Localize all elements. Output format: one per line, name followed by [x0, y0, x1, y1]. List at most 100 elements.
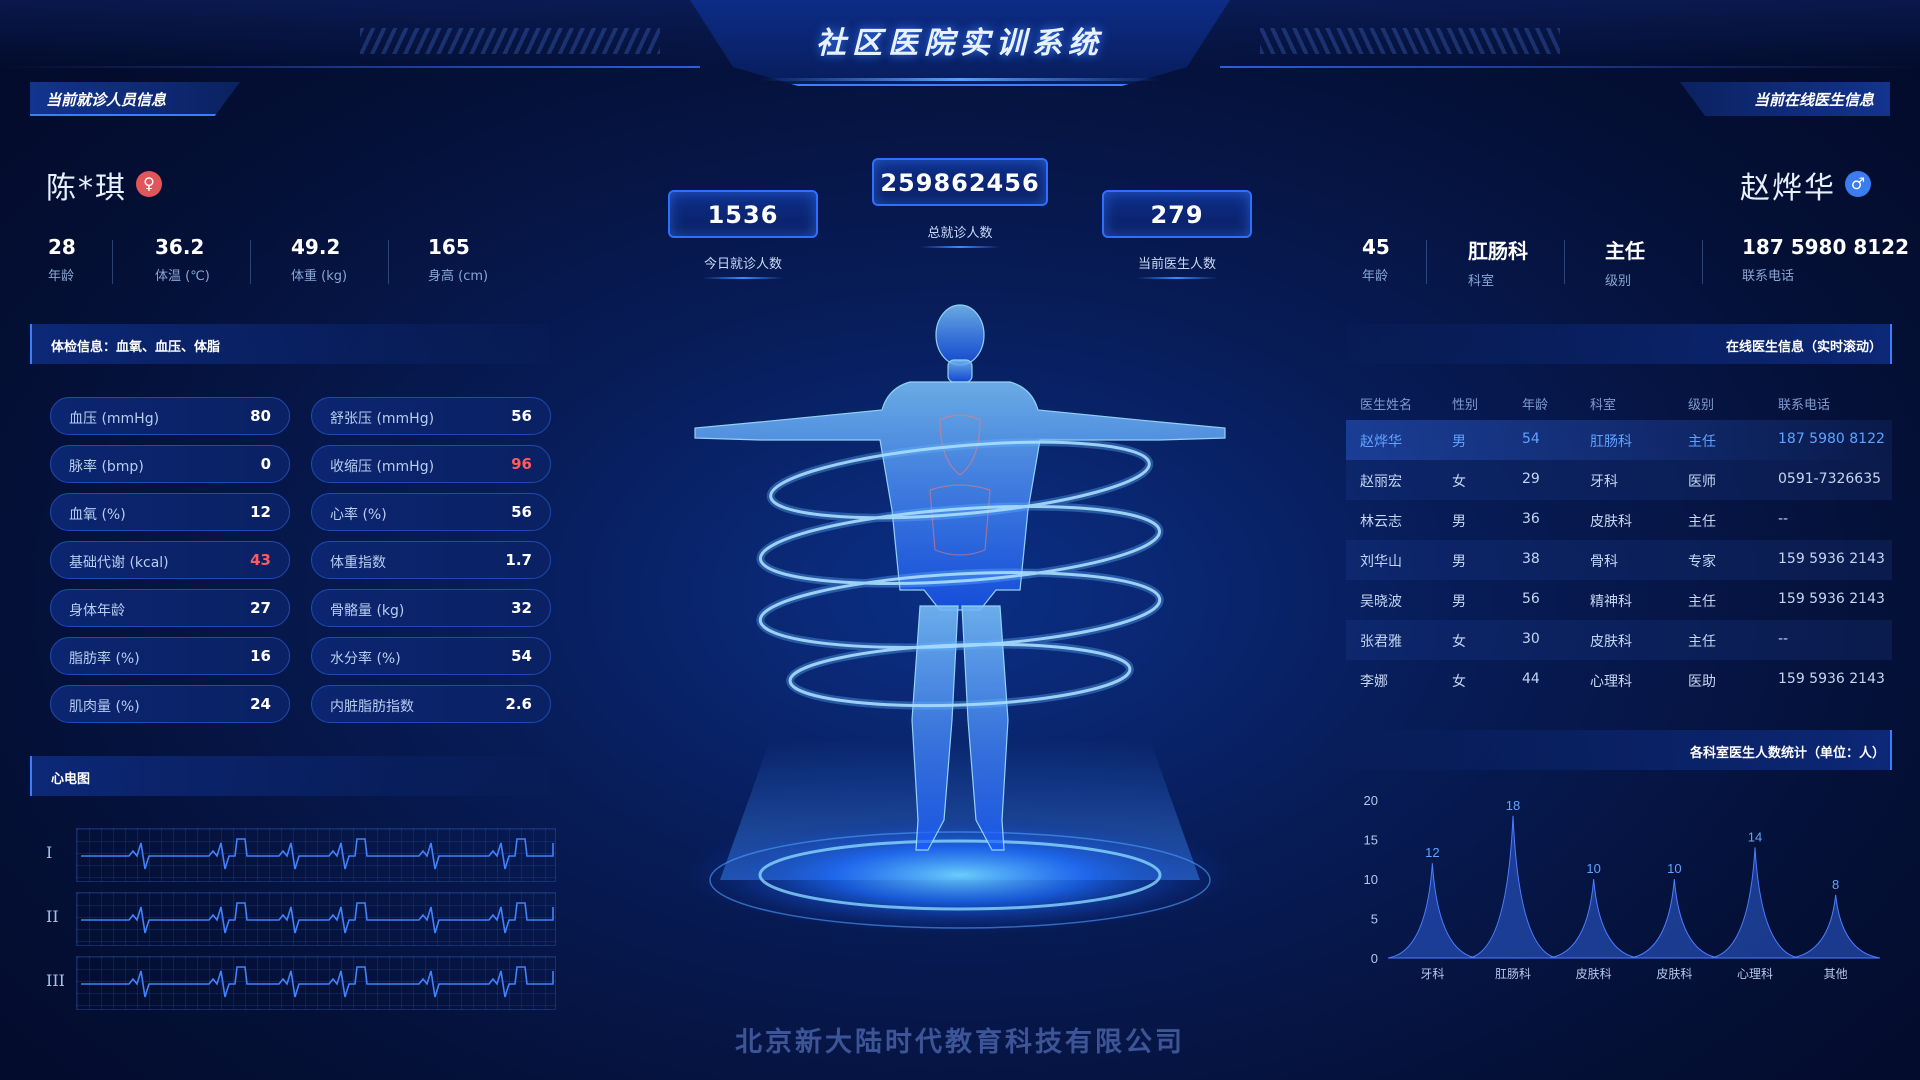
y-tick-label: 10	[1364, 872, 1378, 887]
cell-name: 李娜	[1360, 674, 1388, 690]
counter-value: 279	[1150, 201, 1204, 229]
total-visits-counter: 259862456	[872, 158, 1048, 206]
stat-value: 36.2	[155, 235, 205, 259]
male-icon: ♂	[1845, 171, 1871, 197]
stat-label: 年龄	[1362, 269, 1389, 284]
table-row[interactable]: 刘华山 男 38 骨科 专家 159 5936 2143	[1346, 540, 1892, 580]
doctor-stat-department: 肛肠科 科室	[1468, 235, 1528, 289]
cell-phone: 187 5980 8122	[1778, 431, 1885, 447]
metric-pill: 肌肉量 (%) 24	[50, 685, 290, 723]
data-label: 8	[1832, 877, 1839, 892]
cell-phone: 159 5936 2143	[1778, 591, 1885, 607]
metric-pill: 骨骼量 (kg) 32	[311, 589, 551, 627]
human-body-hologram	[640, 290, 1280, 960]
metric-value: 1.7	[505, 551, 532, 569]
doctor-section-title: 当前在线医生信息	[1754, 91, 1875, 109]
cell-gender: 女	[1452, 674, 1466, 690]
ecg-section-title: 心电图	[51, 772, 91, 787]
data-label: 18	[1506, 798, 1520, 813]
table-row[interactable]: 吴晓波 男 56 精神科 主任 159 5936 2143	[1346, 580, 1892, 620]
stat-value: 45	[1362, 235, 1390, 259]
metric-value: 54	[511, 647, 532, 665]
cell-level: 专家	[1688, 554, 1716, 570]
counter-underline	[703, 277, 783, 279]
cell-level: 主任	[1688, 514, 1716, 530]
department-doctor-chart: 0 5 10 15 20 12 牙科 18 肛肠科 10 皮肤科 10 皮肤科 14 心理科 8 其他	[1346, 780, 1892, 990]
metric-label: 骨骼量 (kg)	[330, 603, 405, 619]
cell-department: 精神科	[1590, 594, 1632, 610]
cell-phone: 159 5936 2143	[1778, 671, 1885, 687]
table-header: 年龄	[1522, 398, 1549, 413]
metric-pill: 身体年龄 27	[50, 589, 290, 627]
x-tick-label: 皮肤科	[1576, 966, 1612, 981]
y-tick-label: 15	[1364, 833, 1378, 848]
stat-divider	[112, 240, 113, 284]
stat-label: 体温 (℃)	[155, 269, 210, 284]
x-tick-label: 皮肤科	[1656, 966, 1692, 981]
metric-pill: 脂肪率 (%) 16	[50, 637, 290, 675]
patient-stat-weight: 49.2 体重 (kg)	[291, 235, 347, 284]
cell-level: 主任	[1688, 634, 1716, 650]
chart-peak	[1629, 878, 1719, 959]
patient-name: 陈*琪	[46, 171, 127, 206]
cell-gender: 男	[1452, 434, 1466, 450]
metric-value: 56	[511, 407, 532, 425]
stat-label: 年龄	[48, 269, 75, 284]
stat-divider	[250, 240, 251, 284]
stat-value: 28	[48, 235, 76, 259]
ecg-lead-label: III	[46, 971, 65, 990]
patient-stat-height: 165 身高 (cm)	[428, 235, 488, 284]
metric-label: 基础代谢 (kcal)	[69, 555, 169, 571]
ecg-section-bar	[30, 756, 550, 796]
doctor-stat-phone: 187 5980 8122 联系电话	[1742, 235, 1909, 284]
metric-value: 12	[250, 503, 271, 521]
cell-age: 36	[1522, 511, 1540, 527]
cell-phone: --	[1778, 511, 1789, 527]
doctor-count-counter: 279	[1102, 190, 1252, 238]
ecg-lead-label: I	[46, 843, 53, 862]
ecg-trace-1	[76, 828, 556, 882]
header-glow-line	[760, 78, 1160, 81]
metric-pill: 心率 (%) 56	[311, 493, 551, 531]
data-label: 14	[1748, 829, 1762, 844]
table-row-selected[interactable]: 赵烨华 男 54 肛肠科 主任 187 5980 8122	[1346, 420, 1892, 460]
stat-value: 49.2	[291, 235, 341, 259]
y-tick-label: 20	[1364, 793, 1378, 808]
table-header: 级别	[1688, 398, 1715, 413]
table-row[interactable]: 张君雅 女 30 皮肤科 主任 --	[1346, 620, 1892, 660]
ecg-waveform	[81, 838, 554, 870]
stat-label: 科室	[1468, 274, 1495, 289]
counter-value: 259862456	[880, 169, 1040, 197]
table-row[interactable]: 李娜 女 44 心理科 医助 159 5936 2143	[1346, 660, 1892, 700]
cell-age: 56	[1522, 591, 1540, 607]
metric-pill: 基础代谢 (kcal) 43	[50, 541, 290, 579]
header-line-right	[1220, 66, 1920, 68]
cell-level: 主任	[1688, 434, 1716, 450]
counter-value: 1536	[707, 201, 779, 229]
table-header: 科室	[1590, 398, 1617, 413]
cell-name: 赵丽宏	[1360, 474, 1402, 490]
metric-value: 56	[511, 503, 532, 521]
metric-label: 内脏脂肪指数	[330, 699, 414, 715]
page-title: 社区医院实训系统	[816, 26, 1104, 61]
cell-age: 30	[1522, 631, 1540, 647]
online-doctors-title: 在线医生信息（实时滚动）	[1726, 340, 1883, 355]
cell-name: 吴晓波	[1360, 594, 1402, 610]
table-row[interactable]: 林云志 男 36 皮肤科 主任 --	[1346, 500, 1892, 540]
cell-gender: 男	[1452, 514, 1466, 530]
x-tick-label: 牙科	[1420, 967, 1444, 981]
metric-value: 24	[250, 695, 271, 713]
stat-value: 165	[428, 235, 470, 259]
stat-divider	[1426, 240, 1427, 284]
metric-label: 收缩压 (mmHg)	[330, 459, 435, 475]
metric-pill: 脉率 (bmp) 0	[50, 445, 290, 483]
metric-value: 32	[511, 599, 532, 617]
stat-label: 身高 (cm)	[428, 269, 489, 284]
table-row[interactable]: 赵丽宏 女 29 牙科 医师 0591-7326635	[1346, 460, 1892, 500]
cell-phone: 0591-7326635	[1778, 471, 1882, 487]
cell-department: 皮肤科	[1590, 514, 1632, 530]
x-tick-label: 肛肠科	[1495, 967, 1531, 981]
y-tick-label: 5	[1371, 912, 1378, 927]
metric-value: 16	[250, 647, 271, 665]
today-visits-label: 今日就诊人数	[703, 257, 782, 272]
